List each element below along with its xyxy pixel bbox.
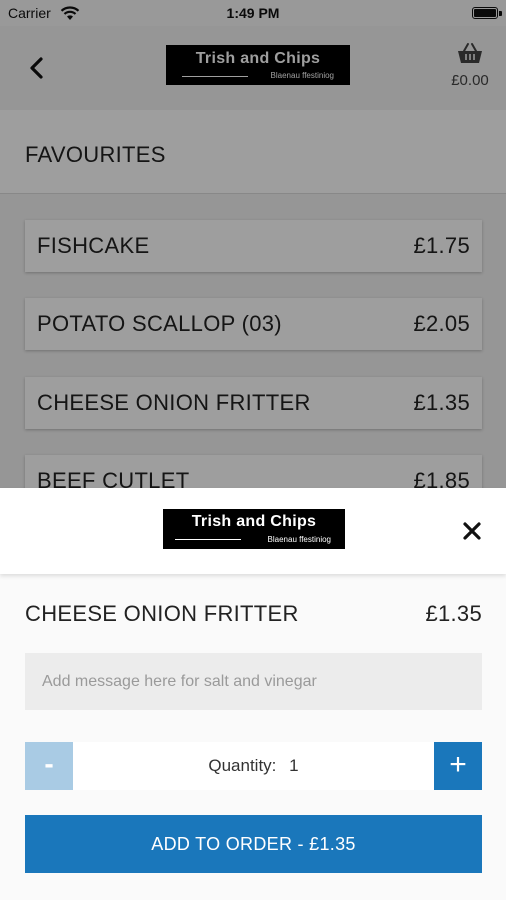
product-price: £1.35 — [425, 601, 482, 626]
product-sheet: Trish and Chips Blaenau ffestiniog CHEES… — [0, 488, 506, 900]
product-name: CHEESE ONION FRITTER — [25, 601, 299, 626]
add-to-order-button[interactable]: ADD TO ORDER - £1.35 — [25, 815, 482, 873]
quantity-stepper: - Quantity: 1 + — [25, 742, 482, 790]
increase-quantity-button[interactable]: + — [434, 742, 482, 790]
close-icon[interactable] — [460, 519, 484, 543]
sheet-header: Trish and Chips Blaenau ffestiniog — [0, 488, 506, 574]
quantity-display: Quantity: 1 — [73, 742, 434, 790]
sheet-logo: Trish and Chips Blaenau ffestiniog — [163, 509, 345, 549]
logo-subtitle: Blaenau ffestiniog — [267, 535, 331, 544]
logo-title: Trish and Chips — [191, 513, 317, 530]
decrease-quantity-button[interactable]: - — [25, 742, 73, 790]
quantity-label: Quantity: — [208, 756, 277, 775]
quantity-value: 1 — [289, 756, 299, 775]
note-input[interactable] — [25, 653, 482, 710]
logo-rule — [175, 539, 241, 540]
